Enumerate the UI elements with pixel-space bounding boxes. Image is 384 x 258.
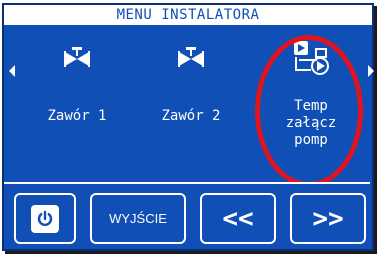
power-button[interactable] [14,193,76,244]
device-screen: MENU INSTALATORA Zawór 1 Zawór 2 Temp za… [0,0,384,258]
menu-title: MENU INSTALATORA [2,3,374,25]
next-button[interactable]: >> [290,193,366,244]
menu-item-label: Zawór 1 [47,108,107,124]
valve-icon [27,38,127,78]
menu-item-valve-1[interactable]: Zawór 1 [27,38,127,125]
scroll-right-indicator-icon [368,65,374,77]
valve-icon [141,38,241,78]
menu-item-label: Zawór 2 [161,108,221,124]
exit-button[interactable]: WYJŚCIE [90,193,186,244]
highlight-circle-annotation [255,35,363,187]
scroll-left-indicator-icon [9,65,15,77]
previous-button[interactable]: << [200,193,276,244]
power-icon [31,204,59,233]
menu-item-valve-2[interactable]: Zawór 2 [141,38,241,125]
